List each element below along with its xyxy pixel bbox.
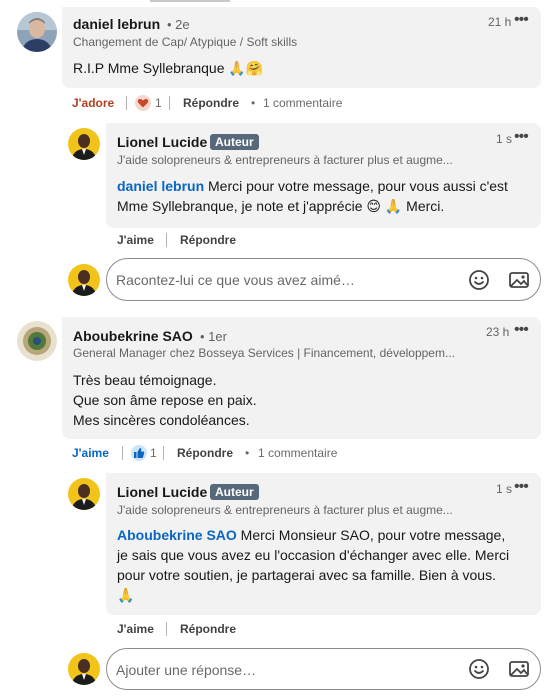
author-badge: Auteur	[210, 484, 259, 500]
avatar-current-user	[68, 264, 100, 296]
image-icon[interactable]	[507, 657, 531, 681]
like-reaction-icon	[131, 445, 147, 461]
mention-link[interactable]: Aboubekrine SAO	[117, 527, 237, 543]
avatar-photo	[68, 478, 100, 510]
avatar-aboubekrine-sao[interactable]	[17, 321, 57, 361]
like-reaction-button[interactable]: J'aime	[72, 446, 109, 460]
author-badge: Auteur	[210, 134, 259, 150]
reply-time: 1 s	[496, 132, 513, 146]
avatar-photo	[68, 264, 100, 296]
reply-time: 1 s	[496, 482, 513, 496]
comment-time: 21 h	[488, 15, 512, 29]
comment-bubble: Aboubekrine SAO • 1er General Manager ch…	[62, 317, 541, 439]
comment-bubble: daniel lebrun • 2e Changement de Cap/ At…	[62, 7, 541, 88]
avatar-photo	[68, 128, 100, 160]
avatar-current-user	[68, 653, 100, 685]
comment-input[interactable]: Racontez-lui ce que vous avez aimé…	[106, 258, 541, 301]
image-icon[interactable]	[507, 268, 531, 292]
reply-button[interactable]: Répondre	[177, 446, 233, 460]
connection-degree: • 1er	[200, 329, 227, 344]
separator-dot: •	[245, 446, 250, 460]
reply-button[interactable]: Répondre	[180, 622, 236, 636]
emoji-icon[interactable]	[467, 657, 491, 681]
replies-count-link[interactable]: 1 commentaire	[263, 96, 342, 110]
divider	[166, 622, 167, 636]
reply-bubble: Lionel Lucide Auteur J'aide solopreneurs…	[106, 123, 541, 228]
author-headline: General Manager chez Bosseya Services | …	[73, 346, 455, 360]
divider	[169, 96, 170, 110]
like-button[interactable]: J'aime	[117, 233, 154, 247]
comment-author[interactable]: daniel lebrun	[73, 16, 160, 32]
top-divider	[150, 0, 230, 2]
avatar-photo	[68, 653, 100, 685]
ellipsis-icon[interactable]: •••	[514, 129, 529, 145]
avatar-lionel-lucide[interactable]	[68, 128, 100, 160]
like-button[interactable]: J'aime	[117, 622, 154, 636]
heart-reaction-icon	[135, 95, 151, 111]
ellipsis-icon[interactable]: •••	[514, 479, 529, 495]
reply-author[interactable]: Lionel Lucide	[117, 134, 207, 150]
divider	[126, 96, 127, 110]
reply-input[interactable]: Ajouter une réponse…	[106, 648, 541, 690]
comment-text: R.I.P Mme Syllebranque 🙏🤗	[73, 60, 264, 76]
input-placeholder: Racontez-lui ce que vous avez aimé…	[116, 272, 355, 288]
comment-text: Très beau témoignage. Que son âme repose…	[73, 372, 257, 428]
reply-text: Aboubekrine SAO Merci Monsieur SAO, pour…	[117, 527, 510, 603]
reaction-count[interactable]: 1	[155, 96, 162, 110]
author-headline: J'aide solopreneurs & entrepreneurs à fa…	[117, 503, 453, 517]
comment-author[interactable]: Aboubekrine SAO	[73, 328, 193, 344]
avatar-photo	[17, 12, 57, 52]
divider	[122, 446, 123, 460]
divider	[163, 446, 164, 460]
reply-bubble: Lionel Lucide Auteur J'aide solopreneurs…	[106, 473, 541, 615]
avatar-daniel-lebrun[interactable]	[17, 12, 57, 52]
separator-dot: •	[251, 96, 256, 110]
connection-degree: • 2e	[167, 17, 190, 32]
replies-count-link[interactable]: 1 commentaire	[258, 446, 337, 460]
avatar-lionel-lucide[interactable]	[68, 478, 100, 510]
ellipsis-icon[interactable]: •••	[514, 322, 529, 338]
emoji-icon[interactable]	[467, 268, 491, 292]
ellipsis-icon[interactable]: •••	[514, 12, 529, 28]
avatar-photo	[17, 321, 57, 361]
reply-button[interactable]: Répondre	[183, 96, 239, 110]
input-placeholder: Ajouter une réponse…	[116, 662, 257, 678]
mention-link[interactable]: daniel lebrun	[117, 178, 204, 194]
divider	[166, 233, 167, 247]
reply-button[interactable]: Répondre	[180, 233, 236, 247]
author-headline: J'aide solopreneurs & entrepreneurs à fa…	[117, 153, 453, 167]
author-headline: Changement de Cap/ Atypique / Soft skill…	[73, 35, 298, 49]
love-reaction-button[interactable]: J'adore	[72, 96, 114, 110]
reply-author[interactable]: Lionel Lucide	[117, 484, 207, 500]
reaction-count[interactable]: 1	[150, 446, 157, 460]
comment-time: 23 h	[486, 325, 510, 339]
reply-text: daniel lebrun Merci pour votre message, …	[117, 178, 508, 214]
